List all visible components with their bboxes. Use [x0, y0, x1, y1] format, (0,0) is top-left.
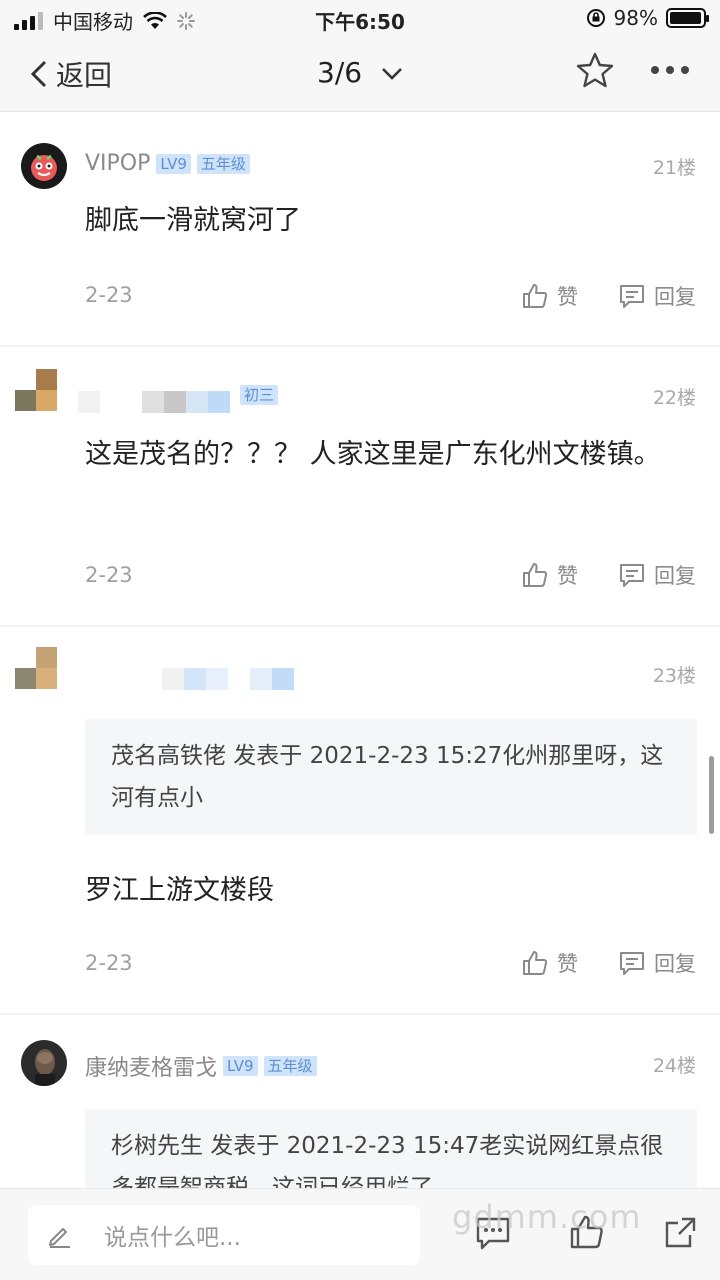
reply-button[interactable]: 回复	[618, 948, 696, 978]
like-button[interactable]: 赞	[521, 281, 578, 311]
username-blurred	[162, 668, 294, 690]
nav-bar: 返回 3/6	[0, 36, 720, 112]
post-actions: 赞 回复	[521, 560, 696, 590]
pencil-icon	[49, 1228, 70, 1248]
reply-placeholder: 说点什么吧...	[104, 1225, 241, 1251]
username: 康纳麦格雷戈	[85, 1056, 218, 1081]
grade-badge: 五年级	[196, 153, 250, 174]
divider	[0, 1013, 720, 1015]
like-label: 赞	[557, 564, 578, 588]
divider	[0, 345, 720, 347]
comment-icon	[620, 952, 644, 975]
level-badge: LV9	[223, 1056, 258, 1076]
more-icon[interactable]	[650, 65, 690, 75]
chevron-down-icon	[382, 68, 402, 80]
quoted-reply[interactable]: 杉树先生 发表于 2021-2-23 15:47老实说网红景点很多都是智商税，这…	[85, 1109, 697, 1188]
scrollbar[interactable]	[709, 756, 714, 834]
divider	[0, 625, 720, 627]
avatar[interactable]	[21, 1040, 67, 1086]
star-icon[interactable]	[576, 52, 614, 88]
post-text: 这是茂名的？？？ 人家这里是广东化州文楼镇。	[85, 439, 661, 470]
level-badge: LV9	[156, 153, 191, 174]
reply-label: 回复	[654, 564, 696, 588]
battery-icon	[666, 8, 709, 28]
grade-badge: 五年级	[263, 1056, 317, 1076]
reply-label: 回复	[654, 285, 696, 309]
reply-list: VIPOP LV9 五年级 21楼 脚底一滑就窝河了 2-23 赞 回复 初三 …	[0, 113, 720, 1188]
floor-number: 23楼	[652, 665, 696, 687]
reply-input[interactable]: 说点什么吧...	[28, 1205, 420, 1265]
post-date: 2-23	[85, 563, 133, 587]
post-date: 2-23	[85, 283, 133, 307]
battery-percent: 98%	[613, 6, 658, 30]
floor-number: 21楼	[652, 157, 696, 179]
like-button[interactable]: 赞	[521, 560, 578, 590]
avatar[interactable]	[21, 143, 67, 189]
watermark: gdmm.com	[452, 1198, 642, 1236]
username-blurred	[78, 391, 230, 413]
like-button[interactable]: 赞	[521, 948, 578, 978]
reply-label: 回复	[654, 952, 696, 976]
post-text: 脚底一滑就窝河了	[85, 205, 301, 236]
page-indicator-label: 3/6	[317, 56, 363, 89]
like-label: 赞	[557, 285, 578, 309]
like-label: 赞	[557, 952, 578, 976]
thumbs-up-icon	[523, 951, 548, 975]
share-icon[interactable]	[662, 1213, 700, 1251]
post-actions: 赞 回复	[521, 948, 696, 978]
floor-number: 22楼	[652, 387, 696, 409]
avatar[interactable]	[15, 647, 57, 689]
avatar[interactable]	[15, 369, 57, 411]
status-bar: 中国移动 下午6:50 98%	[0, 0, 720, 36]
post-author[interactable]: VIPOP LV9 五年级	[85, 151, 250, 176]
post-date: 2-23	[85, 951, 133, 975]
grade-badge: 初三	[240, 385, 279, 405]
floor-number: 24楼	[652, 1055, 696, 1077]
thumbs-up-icon	[523, 563, 548, 587]
reply-button[interactable]: 回复	[618, 281, 696, 311]
post-text: 罗江上游文楼段	[85, 875, 274, 906]
post-author[interactable]: 康纳麦格雷戈 LV9 五年级	[85, 1050, 317, 1082]
thumbs-up-icon	[523, 284, 548, 308]
post-actions: 赞 回复	[521, 281, 696, 311]
comment-icon	[620, 285, 644, 308]
comment-icon	[620, 564, 644, 587]
username: VIPOP	[85, 151, 151, 176]
reply-button[interactable]: 回复	[618, 560, 696, 590]
quoted-reply[interactable]: 茂名高铁佬 发表于 2021-2-23 15:27化州那里呀，这河有点小	[85, 719, 697, 835]
rotation-lock-icon	[586, 9, 605, 27]
